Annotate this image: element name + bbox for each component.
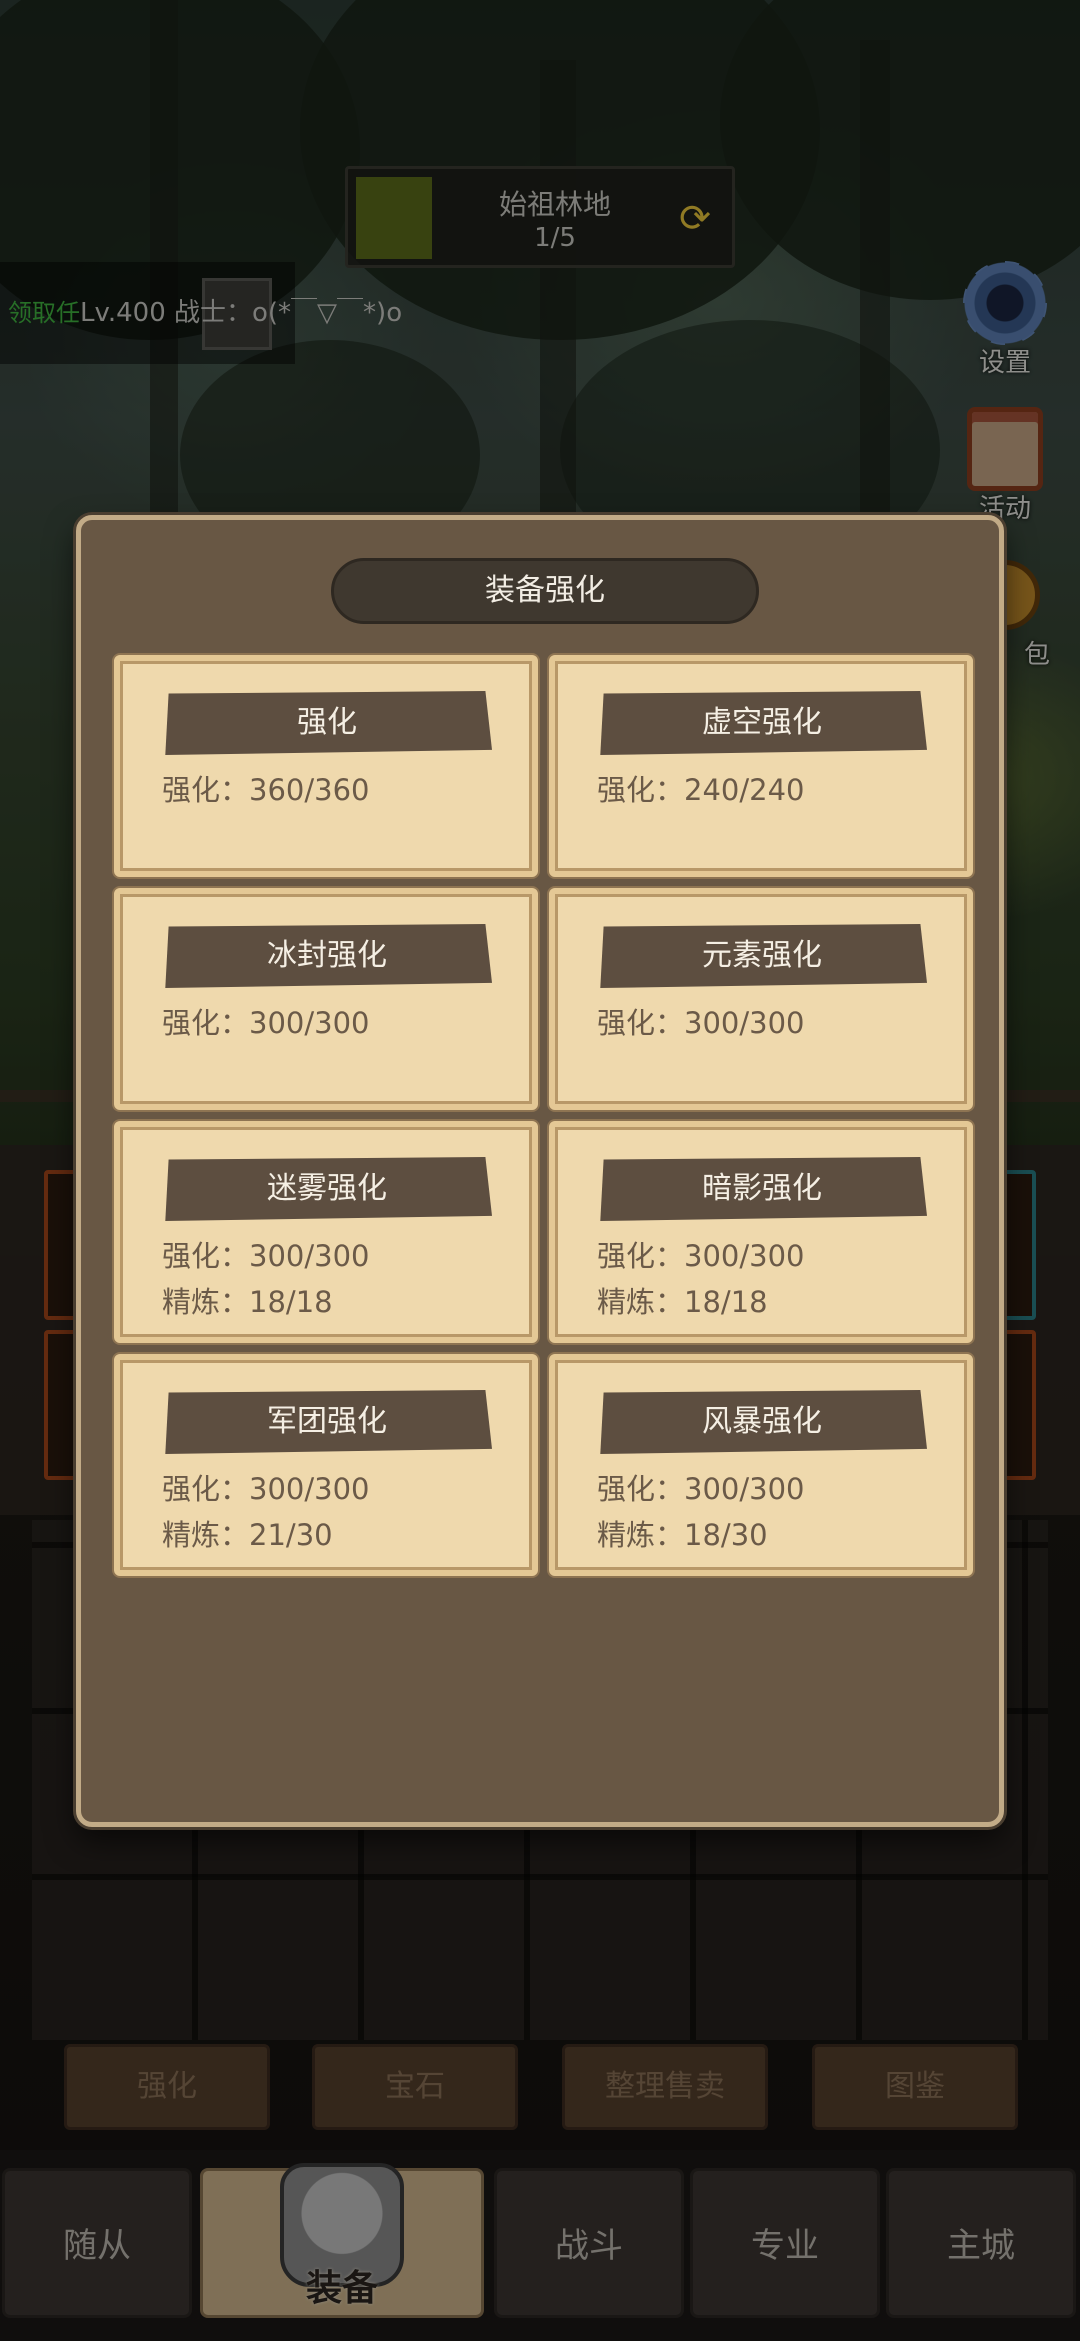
card-title: 冰封强化	[165, 924, 492, 988]
card-title: 虚空强化	[600, 691, 927, 755]
card-enhance-line: 强化：300/300	[162, 1006, 370, 1040]
card-title: 强化	[165, 691, 492, 755]
enhance-card[interactable]: 虚空强化 强化：240/240	[549, 655, 973, 877]
card-title: 元素强化	[600, 924, 927, 988]
card-refine-line: 精炼：18/18	[162, 1285, 333, 1319]
modal-title: 装备强化	[331, 558, 759, 624]
card-refine-line: 精炼：21/30	[162, 1518, 333, 1552]
enhance-modal: 装备强化 强化 强化：360/360 虚空强化 强化：240/240 冰封强化 …	[76, 515, 1004, 1827]
card-title: 迷雾强化	[165, 1157, 492, 1221]
enhance-card[interactable]: 暗影强化 强化：300/300 精炼：18/18	[549, 1121, 973, 1343]
card-title: 军团强化	[165, 1390, 492, 1454]
card-enhance-line: 强化：300/300	[162, 1472, 370, 1506]
card-enhance-line: 强化：300/300	[597, 1239, 805, 1273]
enhance-card[interactable]: 军团强化 强化：300/300 精炼：21/30	[114, 1354, 538, 1576]
card-enhance-line: 强化：300/300	[597, 1006, 805, 1040]
enhance-card[interactable]: 风暴强化 强化：300/300 精炼：18/30	[549, 1354, 973, 1576]
card-title: 风暴强化	[600, 1390, 927, 1454]
card-enhance-line: 强化：300/300	[162, 1239, 370, 1273]
card-refine-line: 精炼：18/18	[597, 1285, 768, 1319]
card-enhance-line: 强化：360/360	[162, 773, 370, 807]
enhance-card[interactable]: 迷雾强化 强化：300/300 精炼：18/18	[114, 1121, 538, 1343]
card-enhance-line: 强化：300/300	[597, 1472, 805, 1506]
card-refine-line: 精炼：18/30	[597, 1518, 768, 1552]
enhance-card[interactable]: 强化 强化：360/360	[114, 655, 538, 877]
card-enhance-line: 强化：240/240	[597, 773, 805, 807]
enhance-card[interactable]: 元素强化 强化：300/300	[549, 888, 973, 1110]
enhance-card[interactable]: 冰封强化 强化：300/300	[114, 888, 538, 1110]
card-title: 暗影强化	[600, 1157, 927, 1221]
